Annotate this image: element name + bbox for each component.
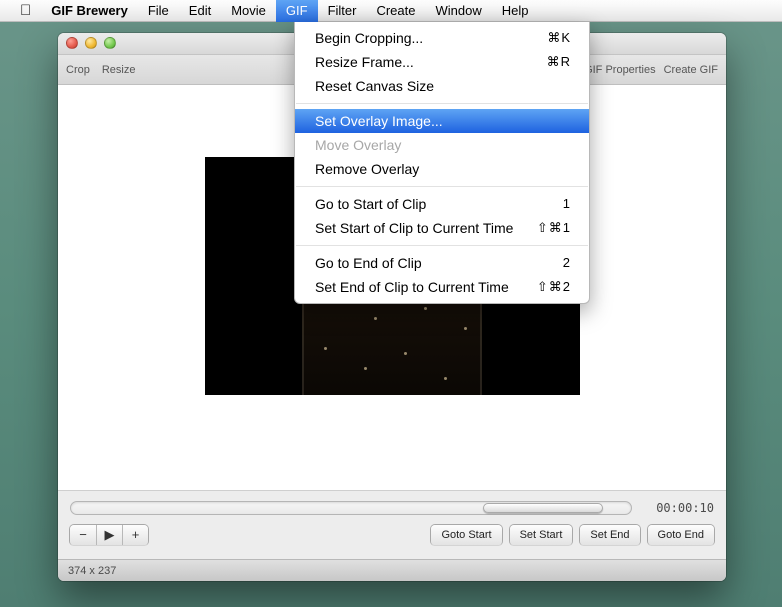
menu-item-shortcut: ⇧⌘1 — [537, 218, 571, 238]
menu-separator — [296, 186, 588, 187]
menu-item-label: Go to End of Clip — [315, 253, 422, 273]
goto-start-button[interactable]: Goto Start — [431, 525, 501, 545]
set-start-button[interactable]: Set Start — [510, 525, 573, 545]
menu-item-label: Reset Canvas Size — [315, 76, 434, 96]
menu-item[interactable]: Set Overlay Image... — [295, 109, 589, 133]
apple-menu-icon[interactable]:  — [10, 0, 41, 22]
menu-item[interactable]: Resize Frame... ⌘R — [295, 50, 589, 74]
close-icon[interactable] — [66, 37, 78, 49]
status-bar: 374 x 237 — [58, 559, 726, 581]
toolbar-create-gif[interactable]: Create GIF — [664, 64, 718, 76]
scrubber-thumb[interactable] — [483, 503, 603, 513]
toolbar-crop[interactable]: Crop — [66, 64, 90, 76]
zoom-icon[interactable] — [104, 37, 116, 49]
menu-separator — [296, 245, 588, 246]
menu-separator — [296, 103, 588, 104]
menu-item[interactable]: Begin Cropping... ⌘K — [295, 26, 589, 50]
step-back-button[interactable]: − — [70, 525, 96, 545]
menu-create[interactable]: Create — [366, 0, 425, 22]
menu-item-shortcut: 2 — [563, 253, 571, 273]
menu-window[interactable]: Window — [425, 0, 491, 22]
set-end-button[interactable]: Set End — [580, 525, 639, 545]
menu-item-label: Set Start of Clip to Current Time — [315, 218, 513, 238]
menu-item[interactable]: Set End of Clip to Current Time ⇧⌘2 — [295, 275, 589, 299]
menu-help[interactable]: Help — [492, 0, 539, 22]
menu-item-shortcut: 1 — [563, 194, 571, 214]
bottom-bar: 00:00:10 − ▶ + Goto Start Set Start Set … — [58, 490, 726, 559]
goto-end-button[interactable]: Goto End — [648, 525, 714, 545]
menu-item-label: Begin Cropping... — [315, 28, 423, 48]
app-menu[interactable]: GIF Brewery — [41, 0, 138, 22]
menu-filter[interactable]: Filter — [318, 0, 367, 22]
gif-menu-dropdown[interactable]: Begin Cropping... ⌘K Resize Frame... ⌘R Rese… — [294, 22, 590, 304]
menu-item-shortcut: ⌘K — [547, 28, 571, 48]
status-dimensions: 374 x 237 — [68, 565, 116, 577]
menu-item[interactable]: Reset Canvas Size — [295, 74, 589, 98]
menu-item: Move Overlay — [295, 133, 589, 157]
menu-item[interactable]: Remove Overlay — [295, 157, 589, 181]
menu-item[interactable]: Go to End of Clip 2 — [295, 251, 589, 275]
step-fwd-button[interactable]: + — [122, 525, 148, 545]
menu-file[interactable]: File — [138, 0, 179, 22]
menu-movie[interactable]: Movie — [221, 0, 276, 22]
system-menubar:  GIF Brewery File Edit Movie GIF Filter… — [0, 0, 782, 22]
menu-item-label: Set End of Clip to Current Time — [315, 277, 509, 297]
toolbar-gif-properties[interactable]: GIF Properties — [584, 64, 656, 76]
menu-item-shortcut: ⌘R — [547, 52, 571, 72]
toolbar-resize[interactable]: Resize — [102, 64, 136, 76]
menu-item-label: Set Overlay Image... — [315, 111, 443, 131]
play-button[interactable]: ▶ — [96, 525, 122, 545]
menu-gif[interactable]: GIF — [276, 0, 318, 22]
menu-item-label: Remove Overlay — [315, 159, 419, 179]
traffic-lights — [66, 37, 116, 49]
playback-seg: − ▶ + — [70, 525, 148, 545]
timecode-label: 00:00:10 — [644, 501, 714, 515]
minimize-icon[interactable] — [85, 37, 97, 49]
menu-item-label: Go to Start of Clip — [315, 194, 426, 214]
timeline-scrubber[interactable] — [70, 501, 632, 515]
menu-item-label: Resize Frame... — [315, 52, 414, 72]
menu-edit[interactable]: Edit — [179, 0, 221, 22]
menu-item[interactable]: Set Start of Clip to Current Time ⇧⌘1 — [295, 216, 589, 240]
menu-item-label: Move Overlay — [315, 135, 401, 155]
menu-item-shortcut: ⇧⌘2 — [537, 277, 571, 297]
menu-item[interactable]: Go to Start of Clip 1 — [295, 192, 589, 216]
